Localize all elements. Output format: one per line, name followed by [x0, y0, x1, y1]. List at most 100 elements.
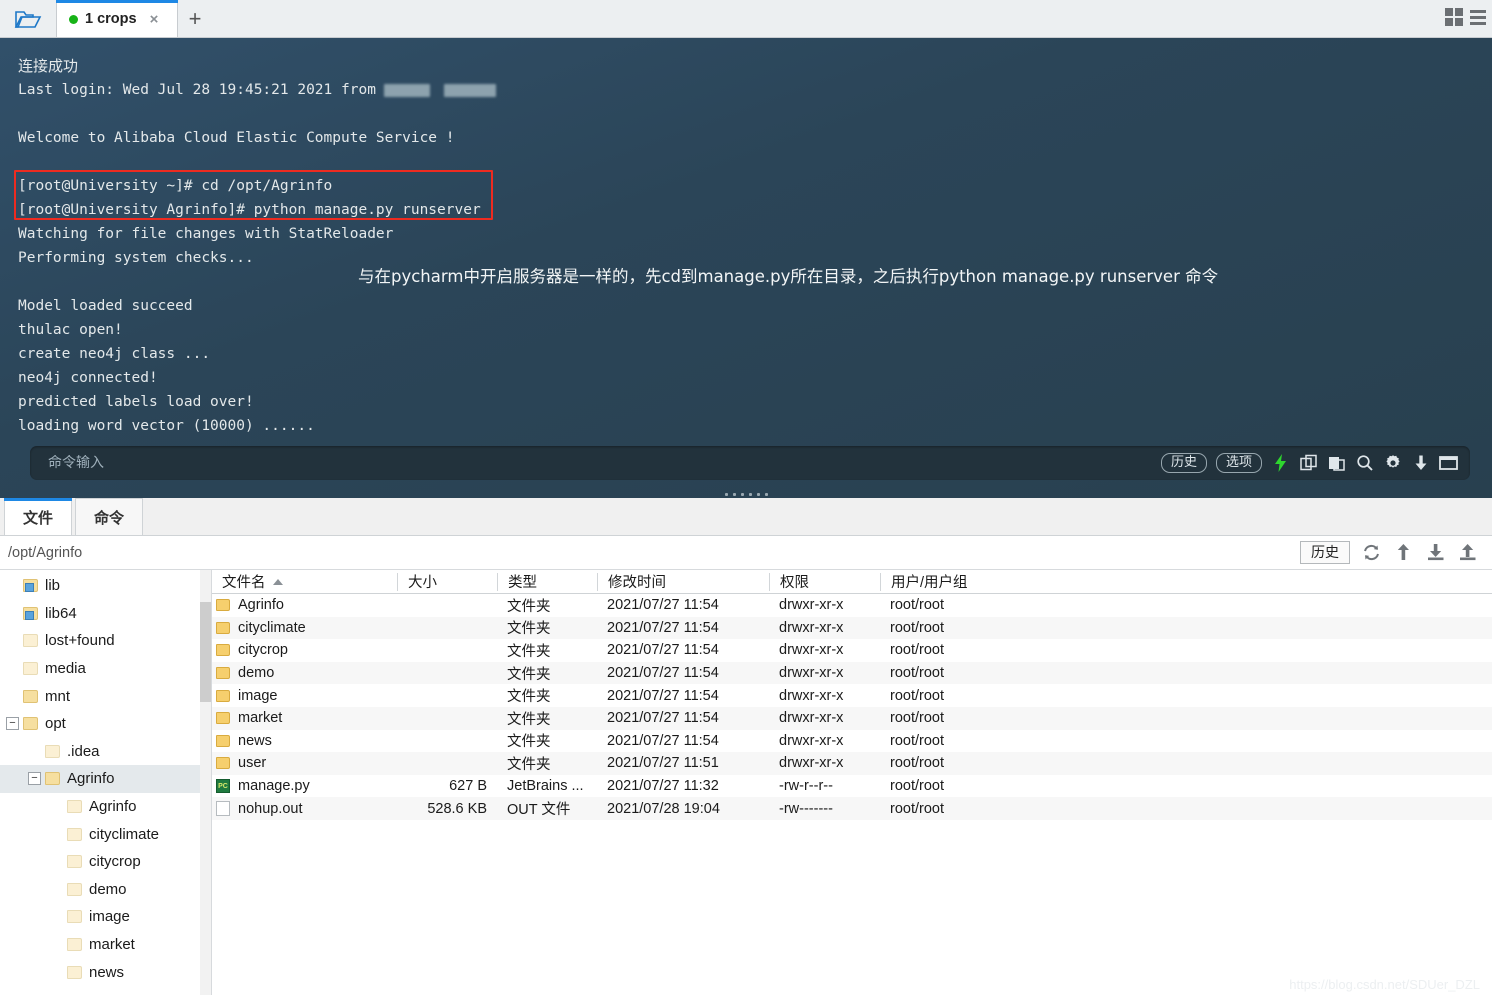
column-header-label: 大小: [408, 575, 437, 591]
command-input[interactable]: [30, 455, 1161, 471]
file-name-label: news: [238, 732, 272, 749]
column-header-size[interactable]: 大小: [397, 572, 497, 591]
file-browser-tab[interactable]: 文件: [4, 498, 73, 535]
file-time-cell: 2021/07/27 11:54: [607, 619, 719, 636]
file-row[interactable]: manage.py 627 B JetBrains ... 2021/07/27 11…: [212, 775, 1492, 798]
tab-title: 1 crops: [85, 11, 137, 27]
file-row[interactable]: citycrop 文件夹 2021/07/27 11:54 drwxr-xr-x roo…: [212, 639, 1492, 662]
tree-node-agrinfo[interactable]: Agrinfo: [0, 793, 211, 821]
file-list-pane[interactable]: 文件名 大小 类型 修改时间 权限 用户/用户组 Agrinfo 文件夹 2021/07/27…: [212, 570, 1492, 995]
search-icon[interactable]: [1355, 453, 1374, 472]
download-icon[interactable]: [1411, 453, 1430, 472]
download-icon[interactable]: [1425, 542, 1446, 563]
folder-icon: [216, 712, 230, 725]
tree-node-citycrop[interactable]: citycrop: [0, 848, 211, 876]
file-browser-tab-label: 文件: [23, 509, 54, 527]
current-path[interactable]: /opt/Agrinfo: [8, 545, 1300, 561]
file-row[interactable]: market 文件夹 2021/07/27 11:54 drwxr-xr-x root/…: [212, 706, 1492, 730]
annotation-text: 与在pycharm中开启服务器是一样的，先cd到manage.py所在目录，之后…: [358, 267, 1219, 286]
collapse-toggle-icon[interactable]: −: [28, 772, 41, 786]
file-name-label: Agrinfo: [238, 597, 284, 614]
folder-icon: [23, 606, 38, 620]
lightning-icon[interactable]: [1271, 453, 1290, 472]
terminal-panel[interactable]: 连接成功 Last login: Wed Jul 28 19:45:21 2021…: [0, 38, 1492, 498]
tree-node-demo[interactable]: demo: [0, 876, 211, 904]
history-button[interactable]: 历史: [1300, 540, 1350, 565]
folder-icon: [67, 910, 82, 924]
panel-splitter[interactable]: [0, 490, 1492, 498]
file-row[interactable]: demo 文件夹 2021/07/27 11:54 drwxr-xr-x root/ro…: [212, 661, 1492, 685]
options-button[interactable]: 选项: [1215, 452, 1262, 474]
file-row[interactable]: Agrinfo 文件夹 2021/07/27 11:54 drwxr-xr-x root…: [212, 594, 1492, 617]
tree-node-mnt[interactable]: mnt: [0, 682, 211, 710]
file-name-label: image: [238, 687, 278, 704]
tree-node-label: lost+found: [45, 632, 115, 650]
tree-node-lib[interactable]: lib: [0, 572, 211, 600]
file-row[interactable]: nohup.out 528.6 KB OUT 文件 2021/07/28 19:04 -…: [212, 797, 1492, 820]
file-perm-cell: drwxr-xr-x: [779, 619, 844, 636]
tab-bar: 1 crops × +: [0, 0, 1492, 38]
refresh-icon[interactable]: [1361, 542, 1382, 563]
file-user-cell: root/root: [890, 755, 944, 772]
tree-node-agrinfo[interactable]: − Agrinfo: [0, 765, 211, 793]
folder-icon: [67, 965, 82, 979]
collapse-toggle-icon[interactable]: −: [6, 717, 19, 731]
copy-icon[interactable]: [1299, 453, 1318, 472]
file-time-cell: 2021/07/27 11:32: [607, 778, 719, 795]
column-header-label: 权限: [780, 575, 809, 591]
column-header-time[interactable]: 修改时间: [597, 572, 769, 591]
file-perm-cell: drwxr-xr-x: [779, 597, 844, 614]
history-button[interactable]: 历史: [1160, 452, 1207, 474]
tree-node-lost-found[interactable]: lost+found: [0, 627, 211, 655]
tree-node-label: news: [89, 963, 125, 981]
file-row[interactable]: cityclimate 文件夹 2021/07/27 11:54 drwxr-xr-x…: [212, 616, 1492, 640]
file-row[interactable]: user 文件夹 2021/07/27 11:51 drwxr-xr-x root/ro…: [212, 752, 1492, 775]
column-header-perm[interactable]: 权限: [769, 572, 880, 591]
tree-node-news[interactable]: news: [0, 958, 211, 986]
tree-node-market[interactable]: market: [0, 931, 211, 959]
file-time-cell: 2021/07/27 11:51: [607, 755, 719, 772]
new-tab-button[interactable]: +: [178, 1, 212, 37]
tree-node-media[interactable]: media: [0, 655, 211, 683]
list-view-icon[interactable]: [1470, 9, 1486, 25]
file-row[interactable]: news 文件夹 2021/07/27 11:54 drwxr-xr-x root/ro…: [212, 730, 1492, 753]
tree-node-image[interactable]: image: [0, 903, 211, 931]
tree-scrollbar[interactable]: [200, 570, 211, 995]
tree-node--idea[interactable]: .idea: [0, 738, 211, 766]
gear-icon[interactable]: [1383, 453, 1402, 472]
file-user-cell: root/root: [890, 665, 944, 682]
grid-view-icon[interactable]: [1445, 8, 1463, 26]
file-name-cell: demo: [212, 665, 397, 681]
file-user-cell: root/root: [890, 710, 944, 727]
go-up-icon[interactable]: [1393, 542, 1414, 563]
file-perm-cell: -rw-------: [779, 800, 833, 817]
file-browser-tab[interactable]: 命令: [75, 498, 144, 535]
column-header-name[interactable]: 文件名: [212, 573, 397, 591]
file-type-cell: 文件夹: [507, 756, 551, 773]
file-list-header: 文件名 大小 类型 修改时间 权限 用户/用户组: [212, 570, 1492, 594]
file-row[interactable]: image 文件夹 2021/07/27 11:54 drwxr-xr-x root/r…: [212, 684, 1492, 707]
folder-icon: [23, 662, 38, 676]
terminal-tab[interactable]: 1 crops ×: [56, 0, 178, 37]
file-browser-tab-label: 命令: [94, 509, 125, 527]
window-icon[interactable]: [1439, 453, 1458, 472]
folder-icon: [216, 599, 230, 612]
tree-node-lib64[interactable]: lib64: [0, 600, 211, 628]
upload-icon[interactable]: [1457, 542, 1478, 563]
tree-node-cityclimate[interactable]: cityclimate: [0, 820, 211, 848]
paste-icon[interactable]: [1327, 453, 1346, 472]
tree-scrollbar-thumb[interactable]: [200, 602, 211, 702]
close-icon[interactable]: ×: [150, 12, 159, 27]
folder-icon: [67, 882, 82, 896]
open-folder-icon[interactable]: [0, 0, 56, 37]
tree-node-opt[interactable]: − opt: [0, 710, 211, 738]
tree-node-label: Agrinfo: [67, 770, 115, 788]
terminal-line: loading word vector (10000) ......: [18, 418, 315, 434]
directory-tree[interactable]: lib lib64 lost+found media mnt − opt .idea − Agri…: [0, 570, 212, 995]
column-header-user[interactable]: 用户/用户组: [880, 572, 1005, 591]
path-bar: /opt/Agrinfo 历史: [0, 536, 1492, 570]
file-name-label: citycrop: [238, 642, 288, 659]
column-header-type[interactable]: 类型: [497, 572, 597, 591]
